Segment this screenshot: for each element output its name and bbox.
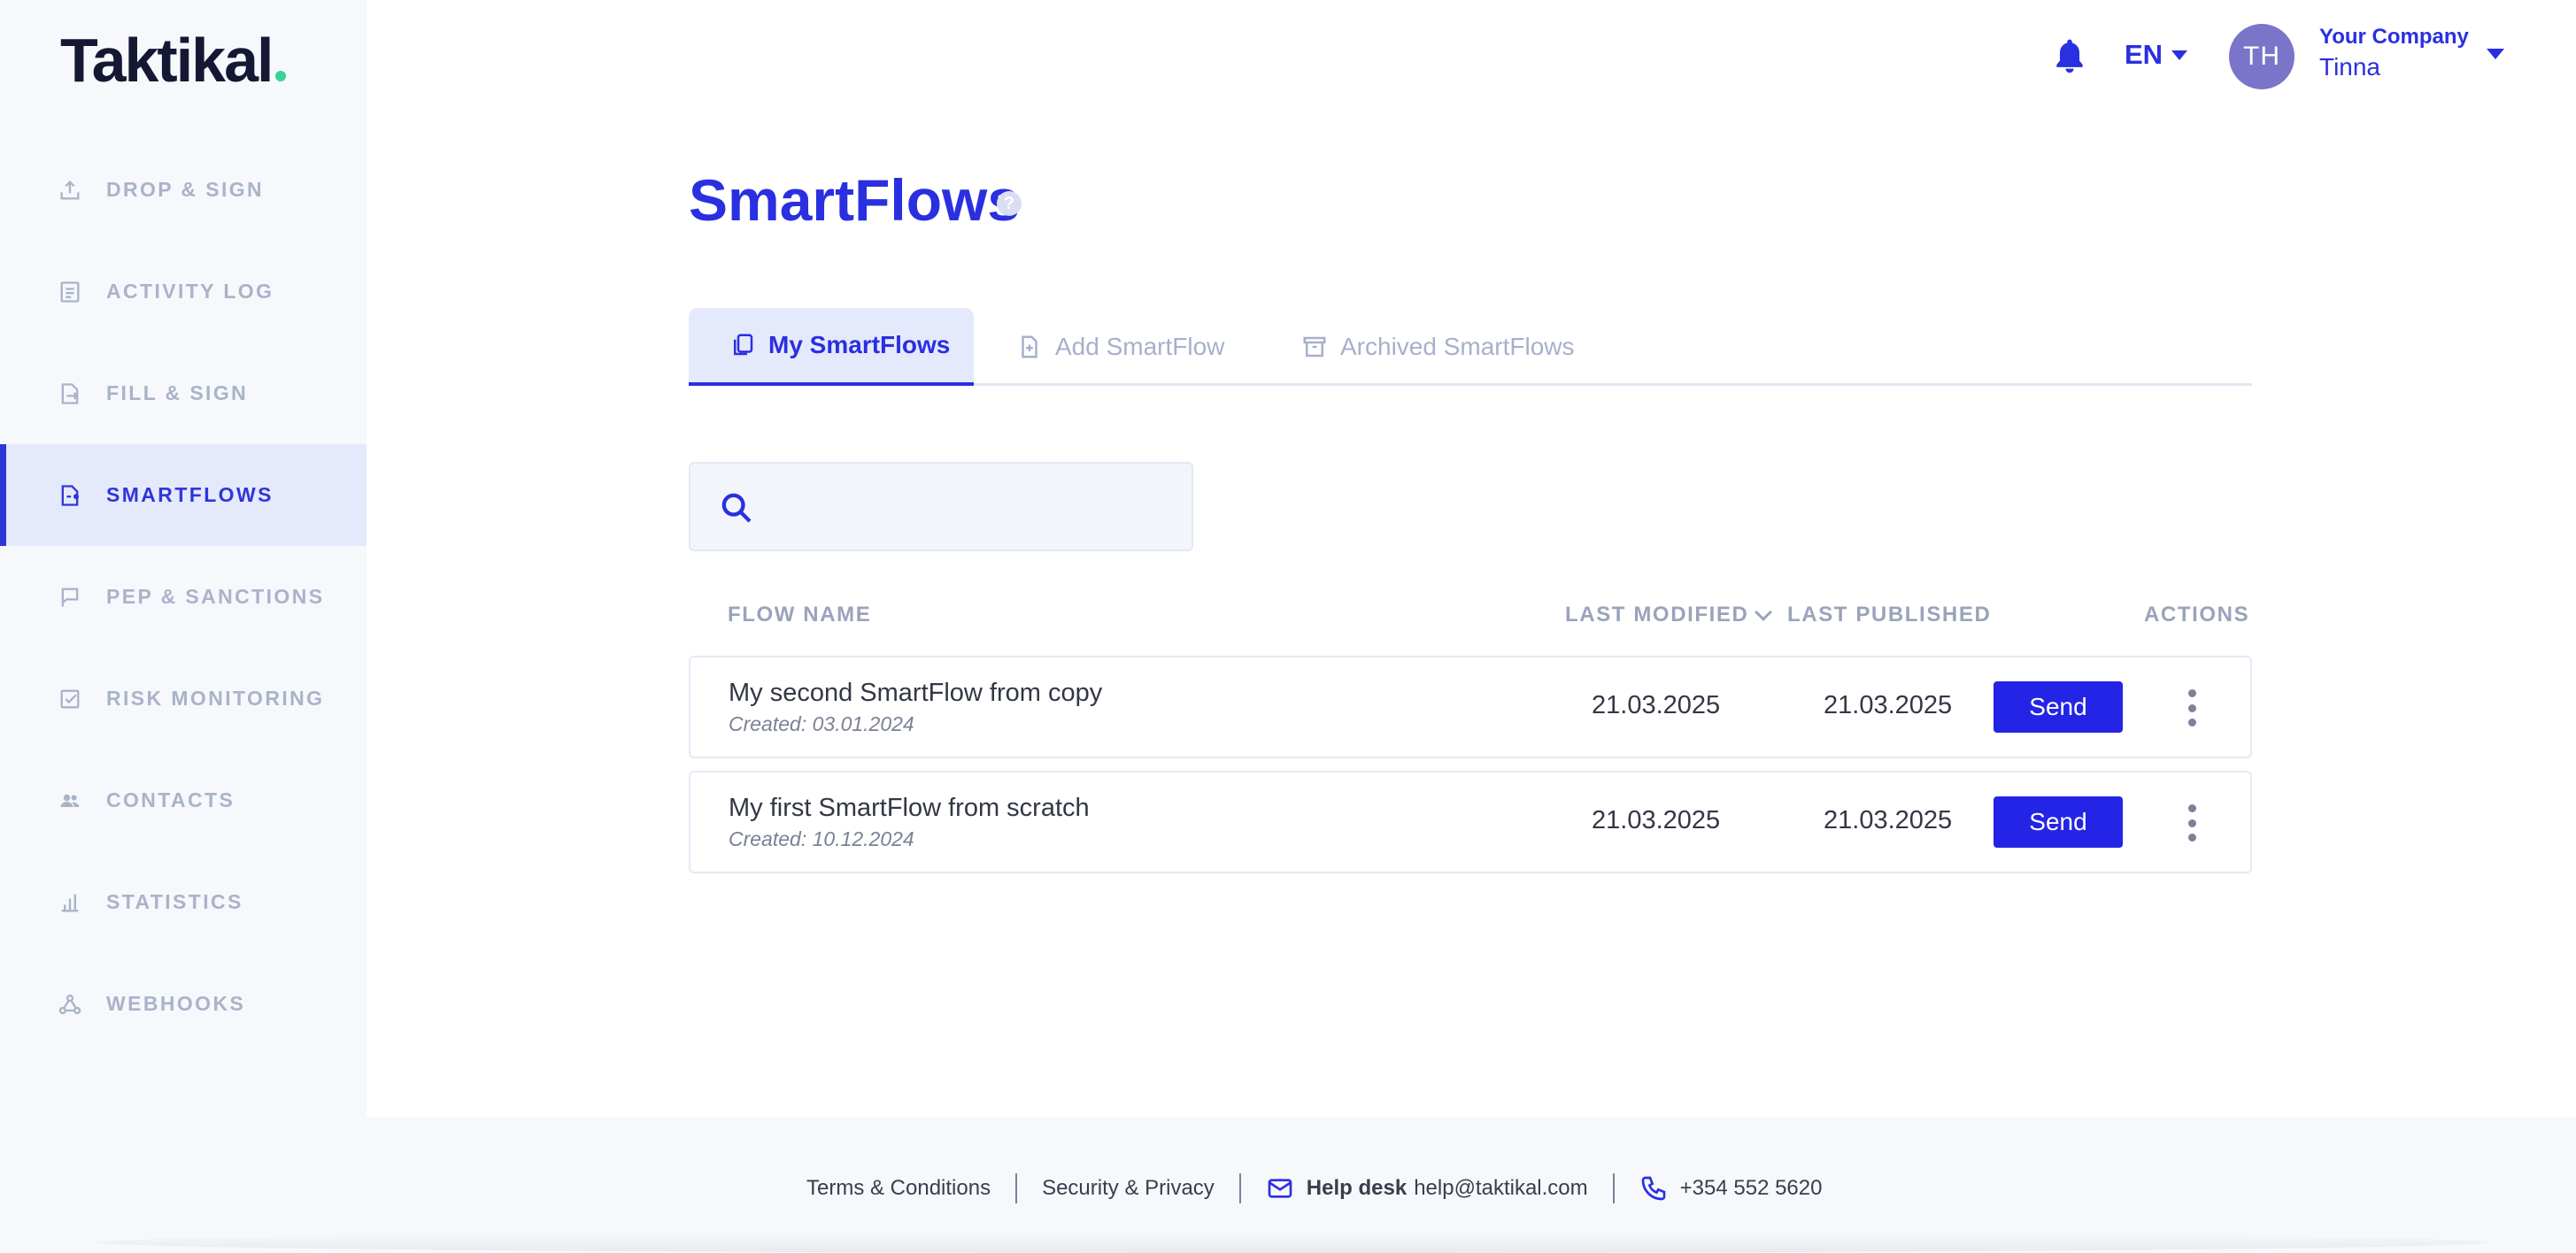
language-selector[interactable]: EN [2125,39,2188,71]
flag-icon [57,584,83,611]
sidebar-item-label: SMARTFLOWS [106,483,274,506]
bar-chart-icon [57,889,83,916]
column-header-flow-name[interactable]: FLOW NAME [728,603,871,627]
more-options-icon[interactable] [2183,689,2201,726]
mail-icon [1266,1174,1294,1203]
avatar[interactable]: TH [2229,24,2294,89]
sidebar: Taktikal DROP & SIGN ACTIVITY LOG FILL &… [0,0,366,1117]
send-button[interactable]: Send [1994,796,2123,848]
account-menu[interactable]: Your Company Tinna [2319,25,2469,81]
company-name: Your Company [2319,25,2469,49]
sidebar-item-label: DROP & SIGN [106,178,265,201]
sidebar-item-statistics[interactable]: STATISTICS [0,851,366,953]
phone-icon [1639,1174,1668,1203]
column-header-last-published[interactable]: LAST PUBLISHED [1787,603,1991,627]
footer-links: Terms & Conditions Security & Privacy He… [806,1173,1822,1203]
bell-icon[interactable] [2050,35,2089,76]
helpdesk-email-link[interactable]: help@taktikal.com [1414,1176,1587,1201]
helpdesk-label: Help desk [1306,1176,1408,1200]
flow-name[interactable]: My second SmartFlow from copy [729,679,1102,708]
sidebar-item-label: RISK MONITORING [106,687,325,710]
language-code: EN [2125,39,2163,70]
column-header-last-modified[interactable]: LAST MODIFIED [1565,603,1773,627]
tab-label: Archived SmartFlows [1340,333,1575,360]
taktikal-logo[interactable]: Taktikal [60,25,286,96]
archive-icon [1301,334,1328,360]
last-published-date: 21.03.2025 [1824,691,1953,719]
logo-text: Taktikal [60,26,274,95]
column-header-actions: ACTIONS [2144,603,2250,626]
tab-label: My SmartFlows [768,331,951,358]
sort-chevron-down-icon [1755,603,1773,621]
more-options-icon[interactable] [2183,804,2201,842]
footer-shadow [97,1232,2487,1253]
flow-created-date: Created: 10.12.2024 [729,827,914,850]
terms-link[interactable]: Terms & Conditions [806,1176,991,1201]
document-flow-icon [57,482,83,509]
search-icon [719,490,754,526]
tab-archived-smartflows[interactable]: Archived SmartFlows [1301,308,1575,386]
search-box [689,462,1193,551]
column-header-label: LAST MODIFIED [1565,603,1749,626]
sidebar-item-label: WEBHOOKS [106,992,246,1015]
help-icon[interactable]: ? [997,191,1022,216]
table-row[interactable]: My first SmartFlow from scratch Created:… [689,771,2252,873]
sidebar-item-fill-sign[interactable]: FILL & SIGN [0,342,366,444]
footer-divider [1612,1173,1615,1203]
search-input[interactable] [770,481,1177,534]
webhook-icon [57,991,83,1018]
sidebar-item-activity-log[interactable]: ACTIVITY LOG [0,241,366,342]
sidebar-item-label: FILL & SIGN [106,381,249,404]
last-published-date: 21.03.2025 [1824,806,1953,834]
copy-icon [729,332,756,358]
phone-link[interactable]: +354 552 5620 [1680,1176,1823,1201]
tab-label: Add SmartFlow [1055,333,1225,360]
add-file-icon [1016,334,1043,360]
sidebar-item-webhooks[interactable]: WEBHOOKS [0,953,366,1055]
sidebar-item-contacts[interactable]: CONTACTS [0,749,366,851]
sidebar-item-smartflows[interactable]: SMARTFLOWS [0,444,366,546]
user-name: Tinna [2319,53,2381,81]
footer-divider [1015,1173,1018,1203]
tab-add-smartflow[interactable]: Add SmartFlow [1016,308,1224,386]
sidebar-item-label: STATISTICS [106,890,243,913]
document-pen-icon [57,381,83,407]
tab-my-smartflows[interactable]: My SmartFlows [689,308,974,386]
upload-icon [57,177,83,204]
smartflow-tabs: My SmartFlows Add SmartFlow Archived Sma… [689,308,2252,386]
table-row[interactable]: My second SmartFlow from copy Created: 0… [689,656,2252,758]
sidebar-item-label: ACTIVITY LOG [106,280,274,303]
last-modified-date: 21.03.2025 [1592,691,1721,719]
sidebar-item-label: CONTACTS [106,788,235,811]
chevron-down-icon [2171,50,2188,60]
last-modified-date: 21.03.2025 [1592,806,1721,834]
footer-divider [1238,1173,1241,1203]
sidebar-item-label: PEP & SANCTIONS [106,585,325,608]
sidebar-item-risk-monitoring[interactable]: RISK MONITORING [0,648,366,749]
sidebar-nav: DROP & SIGN ACTIVITY LOG FILL & SIGN SMA… [0,139,366,1055]
people-icon [57,788,83,814]
page-title: SmartFlows [689,167,1021,233]
checklist-icon [57,686,83,712]
logo-dot [274,71,286,81]
sidebar-item-drop-sign[interactable]: DROP & SIGN [0,139,366,241]
account-dropdown-icon[interactable] [2487,49,2504,59]
send-button[interactable]: Send [1994,681,2123,733]
security-link[interactable]: Security & Privacy [1042,1176,1215,1201]
document-list-icon [57,279,83,305]
flow-name[interactable]: My first SmartFlow from scratch [729,794,1090,823]
sidebar-item-pep-sanctions[interactable]: PEP & SANCTIONS [0,546,366,648]
flow-created-date: Created: 03.01.2024 [729,712,914,735]
